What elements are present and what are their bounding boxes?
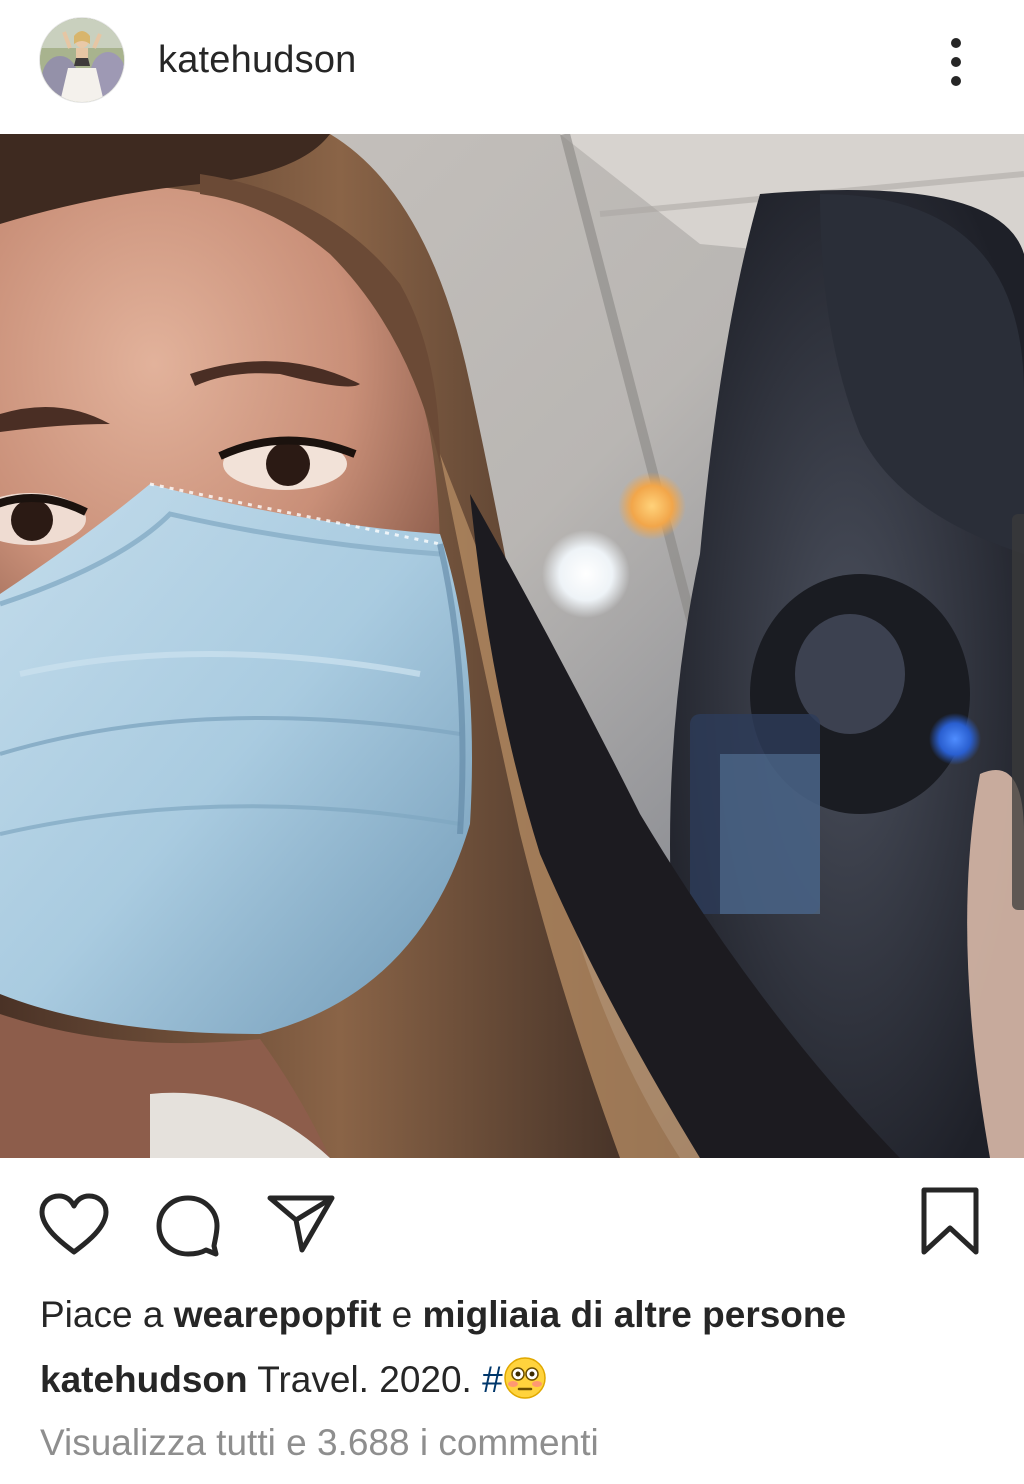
post-header: katehudson <box>0 0 1024 134</box>
likes-others-link[interactable]: migliaia di altre persone <box>422 1294 846 1335</box>
scroll-indicator[interactable] <box>1012 514 1024 910</box>
caption-username[interactable]: katehudson <box>40 1359 248 1400</box>
comment-button[interactable] <box>154 1194 222 1258</box>
save-button[interactable] <box>918 1186 982 1258</box>
liker-username[interactable]: wearepopfit <box>174 1294 382 1335</box>
send-icon <box>267 1195 335 1253</box>
share-button[interactable] <box>266 1192 336 1254</box>
like-button[interactable] <box>38 1192 110 1256</box>
profile-avatar[interactable] <box>40 18 124 102</box>
flushed-face-emoji-icon <box>503 1356 547 1400</box>
post-caption: katehudson Travel. 2020. # <box>40 1356 547 1403</box>
heart-icon <box>39 1193 109 1255</box>
caption-hashtag[interactable]: # <box>482 1359 503 1400</box>
view-all-comments-link[interactable]: Visualizza tutti e 3.688 i commenti <box>40 1420 599 1466</box>
more-options-button[interactable] <box>930 30 982 94</box>
action-bar <box>0 1158 1024 1278</box>
bookmark-icon <box>921 1187 979 1255</box>
more-dot-icon <box>951 76 961 86</box>
caption-text: Travel. 2020. <box>247 1359 483 1400</box>
post-photo[interactable] <box>0 134 1024 1158</box>
instagram-post: katehudson Piace a wearepopfit e migliai… <box>0 0 1024 1484</box>
more-dot-icon <box>951 57 961 67</box>
more-dot-icon <box>951 38 961 48</box>
likes-summary: Piace a wearepopfit e migliaia di altre … <box>40 1292 846 1338</box>
selfie-photo-illustration <box>0 134 1024 1158</box>
comment-icon <box>156 1195 220 1257</box>
likes-conjunction: e <box>381 1294 423 1335</box>
likes-prefix: Piace a <box>40 1294 174 1335</box>
post-username[interactable]: katehudson <box>158 36 357 84</box>
